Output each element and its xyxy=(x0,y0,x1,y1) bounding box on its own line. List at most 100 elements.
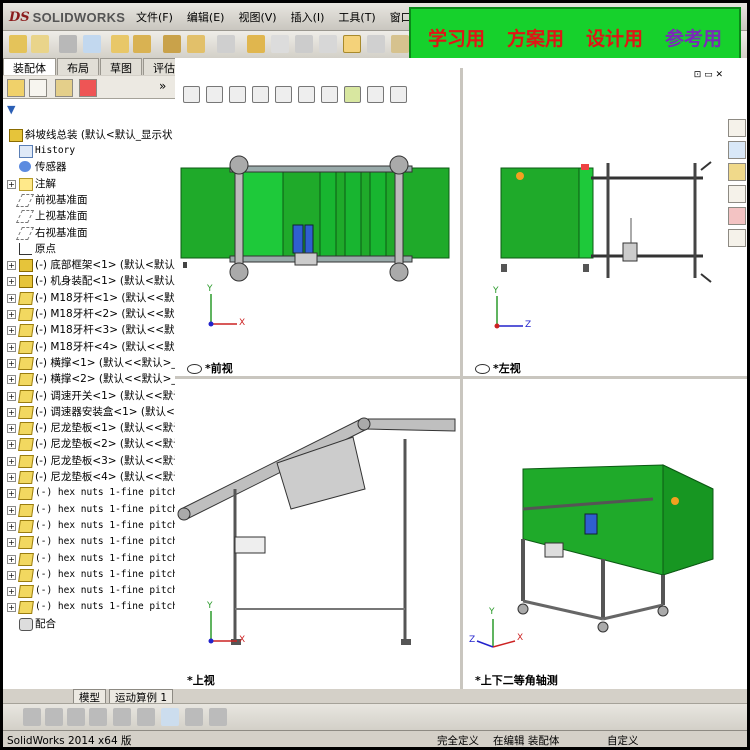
rotate-icon[interactable] xyxy=(45,708,63,726)
new-part-icon[interactable] xyxy=(31,35,49,53)
view-orientation-icon[interactable] xyxy=(275,85,292,103)
tree-item-label: (-) M18牙杆<3> (默认<<默认 xyxy=(35,324,176,337)
front-axis-x: X xyxy=(239,318,246,328)
appearances-icon[interactable] xyxy=(728,207,746,225)
zoom-area-icon[interactable] xyxy=(206,85,223,103)
expand-plus-icon[interactable]: + xyxy=(7,277,16,287)
move-component-icon[interactable] xyxy=(133,35,151,53)
expand-plus-icon[interactable]: + xyxy=(7,179,16,189)
custom-properties-icon[interactable] xyxy=(728,229,746,247)
edit-appearance-icon[interactable] xyxy=(344,85,361,103)
part-icon xyxy=(18,471,34,484)
graphics-area[interactable]: Y X *前视 Y Z *左视 ⊡ ▭ ✕ Y X *上视 Y X Z *上下二… xyxy=(175,58,747,689)
menu-view[interactable]: 视图(V) xyxy=(231,9,283,25)
mate-icon[interactable] xyxy=(59,35,77,53)
expand-plus-icon[interactable]: + xyxy=(7,521,16,531)
menu-insert[interactable]: 插入(I) xyxy=(284,9,332,25)
apply-scene-icon[interactable] xyxy=(367,85,384,103)
design-library-icon[interactable] xyxy=(728,141,746,159)
smart-fasteners-icon[interactable] xyxy=(111,35,129,53)
solidworks-resources-icon[interactable] xyxy=(728,119,746,137)
units-status[interactable]: 自定义 xyxy=(607,733,639,747)
view-heads-up-icon[interactable] xyxy=(23,708,41,726)
annotation-icon xyxy=(19,177,33,191)
expand-plus-icon[interactable]: + xyxy=(7,603,16,613)
expand-plus-icon[interactable]: + xyxy=(7,261,16,271)
display-manager-icon[interactable] xyxy=(79,79,97,97)
hide-show-items-icon[interactable] xyxy=(321,85,338,103)
view-settings-icon[interactable] xyxy=(390,85,407,103)
take-snapshot-icon[interactable] xyxy=(391,35,409,53)
file-explorer-icon[interactable] xyxy=(728,163,746,181)
expand-plus-icon[interactable]: + xyxy=(7,456,16,466)
instant3d-icon[interactable] xyxy=(343,35,361,53)
menu-edit[interactable]: 编辑(E) xyxy=(180,9,232,25)
exploded-view-icon[interactable] xyxy=(295,35,313,53)
part-icon xyxy=(18,585,34,599)
two-view-icon[interactable] xyxy=(185,708,203,726)
menu-tools[interactable]: 工具(T) xyxy=(331,9,382,25)
view-palette-icon[interactable] xyxy=(728,185,746,203)
menu-file[interactable]: 文件(F) xyxy=(129,9,180,25)
expand-plus-icon[interactable]: + xyxy=(7,342,16,352)
previous-view-icon[interactable] xyxy=(229,85,246,103)
tab-sketch[interactable]: 草图 xyxy=(100,58,142,75)
viewport-isometric[interactable]: Y X Z *上下二等角轴测 xyxy=(463,379,747,689)
linear-pattern-icon[interactable] xyxy=(83,35,101,53)
expand-plus-icon[interactable]: + xyxy=(7,391,16,401)
tree-item-label: (-) 尼龙垫板<4> (默认<<默认 xyxy=(35,471,176,483)
filter-icon[interactable]: ▼ xyxy=(7,103,15,116)
command-manager-tabs: 装配体 布局 草图 评估 xyxy=(3,58,185,75)
expand-plus-icon[interactable]: + xyxy=(7,505,16,515)
assembly-features-icon[interactable] xyxy=(187,35,205,53)
expand-plus-icon[interactable]: + xyxy=(7,326,16,336)
version-text: SolidWorks 2014 x64 版 xyxy=(7,735,132,747)
tab-assembly[interactable]: 装配体 xyxy=(3,58,56,75)
viewport-front[interactable]: Y X *前视 xyxy=(175,108,460,376)
iso-view-triad xyxy=(476,619,516,648)
section-view-icon[interactable] xyxy=(252,85,269,103)
reference-geometry-icon[interactable] xyxy=(217,35,235,53)
expand-plus-icon[interactable]: + xyxy=(7,375,16,385)
expand-plus-icon[interactable]: + xyxy=(7,473,16,482)
align-icon[interactable] xyxy=(113,708,131,726)
expand-chevron-icon[interactable]: » xyxy=(159,79,166,93)
speedpak-icon[interactable] xyxy=(367,35,385,53)
tree-item-label: History xyxy=(35,145,76,156)
expand-plus-icon[interactable]: + xyxy=(7,440,16,450)
tree-item-label: (-) hex nuts 1-fine pitch xyxy=(35,585,176,597)
expand-plus-icon[interactable]: + xyxy=(7,310,16,319)
property-manager-icon[interactable] xyxy=(29,79,47,97)
viewport-left[interactable]: Y Z *左视 ⊡ ▭ ✕ xyxy=(463,68,747,376)
insert-component-icon[interactable] xyxy=(9,35,27,53)
show-hidden-icon[interactable] xyxy=(163,35,181,53)
four-view-icon[interactable] xyxy=(209,708,227,726)
configuration-manager-icon[interactable] xyxy=(55,79,73,97)
viewport-window-controls[interactable]: ⊡ ▭ ✕ xyxy=(694,70,723,80)
viewport-top[interactable]: Y X *上视 xyxy=(175,379,460,689)
expand-plus-icon[interactable]: + xyxy=(7,358,16,368)
banner-reference: 参考用 xyxy=(664,27,722,50)
expand-plus-icon[interactable]: + xyxy=(7,407,16,417)
expand-plus-icon[interactable]: + xyxy=(7,489,16,499)
model-tabs: 模型 运动算例 1 xyxy=(3,689,175,706)
expand-plus-icon[interactable]: + xyxy=(7,587,16,597)
expand-plus-icon[interactable]: + xyxy=(7,538,16,548)
new-motion-study-icon[interactable] xyxy=(247,35,265,53)
bill-of-materials-icon[interactable] xyxy=(271,35,289,53)
display-style-icon[interactable] xyxy=(298,85,315,103)
tree-item-label: (-) hex nuts 1-fine pitch xyxy=(35,503,176,515)
front-view-triad xyxy=(208,294,237,327)
dimension-icon[interactable] xyxy=(137,708,155,726)
feature-manager-icon[interactable] xyxy=(7,79,25,97)
zoom-to-fit-icon[interactable] xyxy=(183,85,200,103)
expand-plus-icon[interactable]: + xyxy=(7,570,16,580)
expand-plus-icon[interactable]: + xyxy=(7,424,16,434)
expand-plus-icon[interactable]: + xyxy=(7,554,16,564)
pan-icon[interactable] xyxy=(67,708,85,726)
list-icon[interactable] xyxy=(89,708,107,726)
single-view-icon[interactable] xyxy=(161,708,179,726)
tab-layout[interactable]: 布局 xyxy=(57,58,99,75)
expand-plus-icon[interactable]: + xyxy=(7,293,16,303)
interference-detection-icon[interactable] xyxy=(319,35,337,53)
